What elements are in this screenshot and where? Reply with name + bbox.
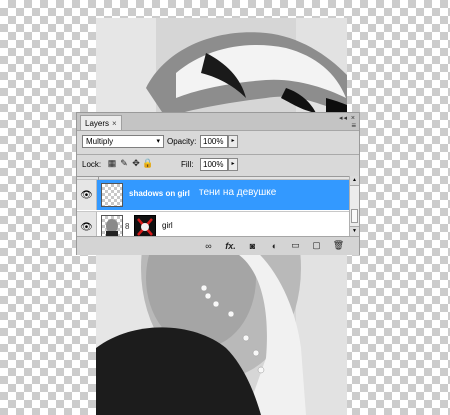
layers-panel: Layers × ◂◂ × ≡ Multiply ▾ Opacity: 100%…: [76, 112, 360, 255]
scroll-up-icon[interactable]: ▲: [350, 176, 359, 186]
scrollbar-thumb[interactable]: [351, 209, 358, 223]
eye-icon: 👁: [80, 221, 93, 233]
lock-label: Lock:: [82, 160, 102, 169]
blend-opacity-row: Multiply ▾ Opacity: 100% ▸: [77, 132, 359, 154]
link-layers-icon[interactable]: ∞: [203, 240, 214, 251]
layer-thumbnail: [101, 215, 123, 237]
tab-layers-label: Layers: [85, 118, 110, 128]
visibility-toggle[interactable]: 👁: [77, 180, 97, 210]
chevron-down-icon: ▾: [156, 138, 160, 145]
layer-name[interactable]: shadows on girl: [129, 189, 190, 198]
panel-menu-icon[interactable]: ≡: [351, 121, 356, 130]
fx-icon[interactable]: fx.: [225, 240, 236, 251]
layer-thumbnail: [101, 183, 123, 207]
eye-icon: 👁: [80, 189, 93, 201]
layer-row-shadows-on-girl[interactable]: 👁 shadows on girl тени на девушке: [77, 180, 349, 210]
opacity-slider-button[interactable]: ▸: [228, 135, 238, 148]
trash-icon[interactable]: 🗑: [333, 240, 344, 251]
visibility-toggle[interactable]: 👁: [77, 212, 97, 237]
blend-mode-value: Multiply: [86, 137, 114, 146]
fill-input[interactable]: 100%: [200, 158, 228, 171]
panel-tab-bar: Layers × ◂◂ × ≡: [77, 113, 359, 131]
lock-image-pixels-icon[interactable]: ✎: [119, 158, 129, 169]
opacity-input[interactable]: 100%: [200, 135, 228, 148]
layer-row-girl[interactable]: 👁 8 girl: [77, 211, 349, 237]
mask-image: [135, 216, 155, 237]
lock-fill-row: Lock: ▦ ✎ ✥ 🔒 Fill: 100% ▸: [77, 155, 359, 175]
new-layer-icon[interactable]: ▢: [311, 240, 322, 251]
lock-all-icon[interactable]: 🔒: [142, 158, 153, 169]
layers-list: 👁 shadows on girl тени на девушке 👁 8 gi…: [77, 176, 349, 237]
layer-mask-thumbnail[interactable]: [134, 215, 156, 237]
folder-icon[interactable]: ▭: [290, 240, 301, 251]
scroll-down-icon[interactable]: ▼: [350, 226, 359, 236]
girl-thumbnail-image: [106, 219, 118, 237]
tab-close-icon[interactable]: ×: [112, 119, 117, 128]
blend-mode-select[interactable]: Multiply ▾: [82, 135, 164, 148]
layer-annotation: тени на девушке: [199, 187, 277, 198]
layers-scrollbar[interactable]: ▲ ▼: [349, 176, 359, 236]
layer-name[interactable]: girl: [162, 221, 173, 230]
adjustment-layer-icon[interactable]: ◐: [269, 240, 280, 251]
tab-layers[interactable]: Layers ×: [80, 115, 122, 130]
add-mask-icon[interactable]: ◙: [247, 240, 258, 251]
lock-position-icon[interactable]: ✥: [131, 158, 141, 169]
opacity-label: Opacity:: [167, 137, 197, 146]
fill-slider-button[interactable]: ▸: [228, 158, 238, 171]
fill-label: Fill:: [181, 160, 194, 169]
mask-link-icon[interactable]: 8: [125, 222, 129, 231]
lock-transparent-pixels-icon[interactable]: ▦: [107, 158, 117, 169]
panel-footer-toolbar: ∞ fx. ◙ ◐ ▭ ▢ 🗑: [77, 236, 359, 255]
